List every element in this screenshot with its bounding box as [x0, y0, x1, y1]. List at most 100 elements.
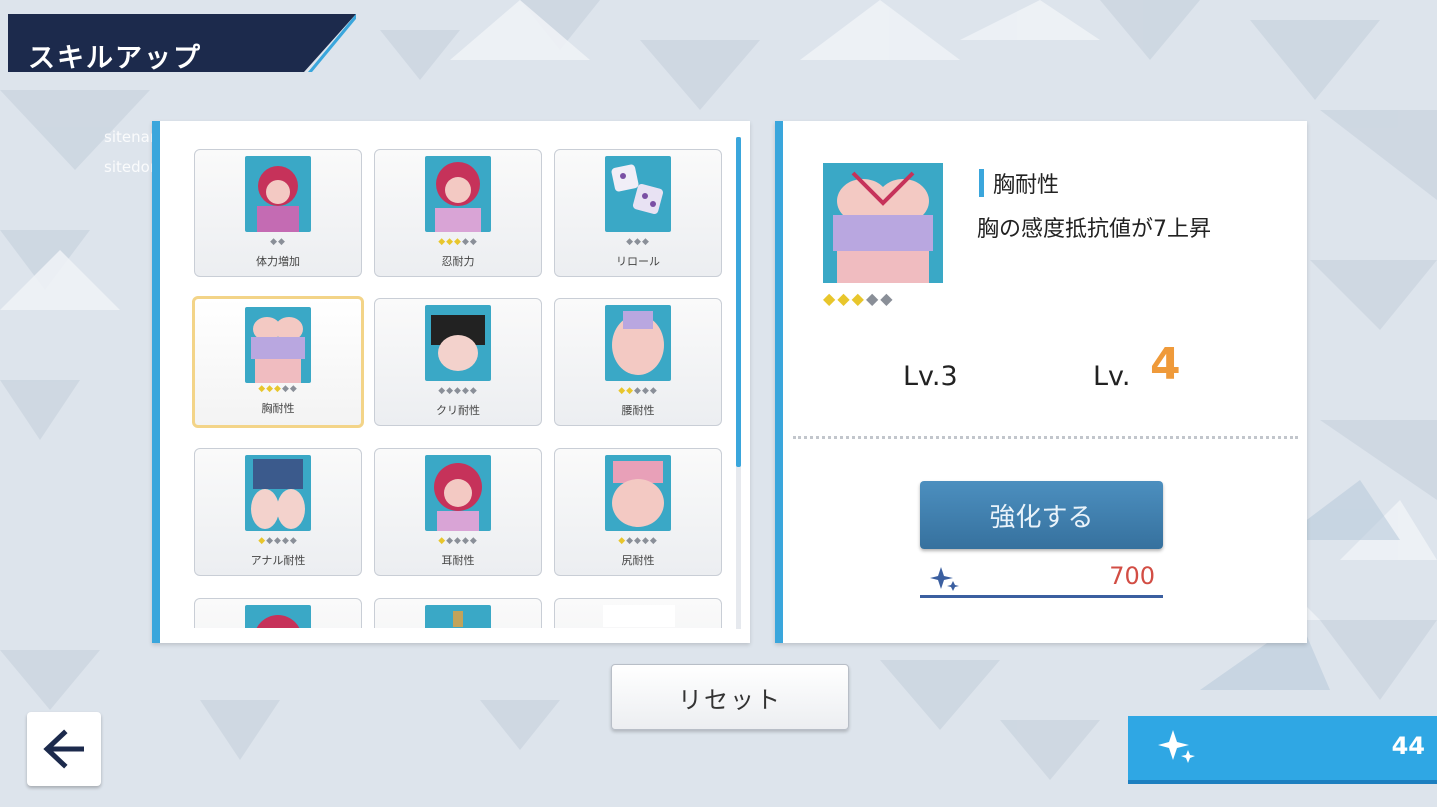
- gem-empty: ◆: [454, 386, 462, 396]
- skill-card[interactable]: ◆◆◆◆◆ 耳耐性: [374, 448, 542, 576]
- skill-name: 胸耐性: [993, 173, 1060, 198]
- gem-empty: ◆: [865, 289, 881, 308]
- skill-card[interactable]: ◆◆ 体力増加: [194, 149, 362, 277]
- skill-label: 腰耐性: [621, 404, 655, 417]
- gem-filled: ◆: [626, 386, 635, 396]
- currency-underline: [1128, 780, 1437, 784]
- skill-label: 胸耐性: [261, 402, 295, 415]
- gem-empty: ◆: [274, 536, 282, 546]
- gem-filled: ◆: [258, 536, 267, 546]
- skill-thumbnail: [245, 156, 311, 232]
- gem-empty: ◆: [461, 237, 470, 247]
- skill-card[interactable]: ◆◆◆◆◆ 腰耐性: [554, 298, 722, 426]
- skill-card[interactable]: ◆◆◆◆◆ アナル耐性: [194, 448, 362, 576]
- gem-empty: ◆: [278, 237, 286, 247]
- skill-gems: ◆◆◆◆◆: [555, 386, 721, 396]
- cost-value: 700: [1109, 562, 1155, 590]
- skill-label: クリ耐性: [436, 404, 480, 417]
- skill-card[interactable]: ◆◆◆◆◆ 忍耐力: [374, 149, 542, 277]
- detail-thumbnail: [823, 163, 943, 283]
- gem-empty: ◆: [454, 536, 462, 546]
- enhance-cost: 700: [920, 561, 1163, 598]
- skill-gems: ◆◆◆◆◆: [375, 386, 541, 396]
- next-level-label: Lv.: [1093, 361, 1131, 392]
- skill-thumbnail: [425, 156, 491, 232]
- gem-filled: ◆: [446, 237, 455, 247]
- skill-gems: ◆◆: [195, 237, 361, 247]
- gem-filled: ◆: [851, 289, 866, 308]
- gem-empty: ◆: [469, 237, 478, 247]
- skill-thumbnail: [245, 605, 311, 628]
- enhance-button[interactable]: 強化する: [920, 481, 1163, 549]
- gem-empty: ◆: [641, 536, 650, 546]
- scrollbar-thumb[interactable]: [736, 137, 741, 467]
- gem-empty: ◆: [281, 384, 290, 394]
- gem-empty: ◆: [626, 536, 635, 546]
- current-level: Lv.3: [903, 361, 958, 392]
- skill-thumbnail: [605, 455, 671, 531]
- gem-empty: ◆: [266, 536, 275, 546]
- skill-card[interactable]: ◆◆◆ リロール: [554, 149, 722, 277]
- skill-description: 胸の感度抵抗値が7上昇: [977, 217, 1211, 242]
- currency-display: 44: [1128, 716, 1437, 784]
- skill-gems: ◆◆◆◆◆: [555, 536, 721, 546]
- gem-empty: ◆: [446, 536, 455, 546]
- gem-empty: ◆: [461, 536, 470, 546]
- skill-thumbnail: [425, 455, 491, 531]
- back-button[interactable]: [27, 712, 101, 786]
- skill-label: リロール: [616, 255, 660, 268]
- skill-label: 体力増加: [256, 255, 300, 268]
- skill-card-selected[interactable]: ◆◆◆◆◆ 胸耐性: [192, 296, 364, 428]
- skill-gems: ◆◆◆◆◆: [195, 384, 361, 394]
- skill-grid-panel: ◆◆ 体力増加 ◆◆◆◆◆ 忍耐力 ◆◆◆ リロール ◆◆◆◆◆ 胸耐性 ◆◆◆…: [152, 121, 750, 643]
- skill-thumbnail: [425, 305, 491, 381]
- skill-gems: ◆◆◆◆◆: [375, 536, 541, 546]
- page-title: スキルアップ: [28, 43, 202, 74]
- skill-gems: ◆◆◆◆◆: [195, 536, 361, 546]
- reset-button[interactable]: リセット: [611, 664, 849, 730]
- title-banner: スキルアップ: [8, 14, 356, 74]
- gem-filled: ◆: [618, 536, 627, 546]
- sparkle-icon: [1158, 730, 1195, 763]
- skill-thumbnail: [245, 455, 311, 531]
- gem-empty: ◆: [641, 237, 650, 247]
- skill-card[interactable]: ◆◆◆◆◆ クリ耐性: [374, 298, 542, 426]
- gem-empty: ◆: [289, 536, 298, 546]
- skill-card[interactable]: ◆◆◆◆◆ 尻耐性: [554, 448, 722, 576]
- gem-empty: ◆: [469, 536, 478, 546]
- gem-filled: ◆: [454, 237, 462, 247]
- skill-card-partial[interactable]: [194, 598, 362, 628]
- gem-filled: ◆: [266, 384, 275, 394]
- gem-empty: ◆: [626, 237, 635, 247]
- skill-name-accent: [979, 169, 984, 197]
- skill-thumbnail-blank: [603, 605, 675, 627]
- gem-filled: ◆: [618, 386, 627, 396]
- gem-filled: ◆: [258, 384, 267, 394]
- skill-thumbnail: [425, 605, 491, 628]
- skill-label: 耳耐性: [441, 554, 475, 567]
- skill-thumbnail: [605, 156, 671, 232]
- gem-empty: ◆: [461, 386, 470, 396]
- gem-empty: ◆: [281, 536, 290, 546]
- gem-empty: ◆: [634, 237, 642, 247]
- gem-empty: ◆: [641, 386, 650, 396]
- sparkle-icon: [930, 567, 959, 591]
- gem-empty: ◆: [634, 536, 642, 546]
- skill-thumbnail: [245, 307, 311, 383]
- divider: [793, 436, 1298, 439]
- currency-value: 44: [1391, 732, 1425, 760]
- gem-empty: ◆: [438, 386, 447, 396]
- gem-empty: ◆: [880, 289, 895, 308]
- skill-thumbnail: [605, 305, 671, 381]
- gem-empty: ◆: [649, 536, 658, 546]
- gem-empty: ◆: [289, 384, 298, 394]
- skill-gems: ◆◆◆: [555, 237, 721, 247]
- skill-card-partial[interactable]: [554, 598, 722, 628]
- next-level-number: 4: [1150, 339, 1181, 390]
- gem-filled: ◆: [823, 289, 838, 308]
- gem-filled: ◆: [438, 536, 447, 546]
- skill-label: アナル耐性: [250, 554, 306, 567]
- skill-card-partial[interactable]: [374, 598, 542, 628]
- gem-filled: ◆: [837, 289, 852, 308]
- gem-empty: ◆: [446, 386, 455, 396]
